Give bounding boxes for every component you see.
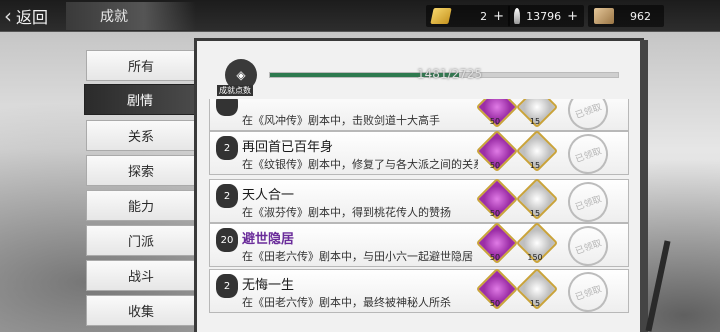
resource-scroll: 962 [588,5,664,27]
chevron-left-icon: ‹ [4,4,12,28]
claimed-stamp: 已领取 [562,220,614,272]
silver-ingot-icon [514,8,521,24]
achievement-desc: 在《纹银传》剧本中，修复了与各大派之间的关系 [242,158,478,171]
back-label: 返回 [16,8,49,27]
points-label: 成就点数 [217,85,253,96]
reward-count-2: 15 [529,117,541,126]
claimed-stamp: 已领取 [562,128,614,180]
achievement-progress: ◈ 成就点数 1481/2725 [217,51,637,96]
achievement-panel: ◈ 成就点数 1481/2725 在《风冲传》剧本中，击败剑道十大高手 50 15 已… [194,38,644,332]
tab-combat[interactable]: 战斗 [86,260,196,291]
tab-explore[interactable]: 探索 [86,155,196,186]
resource-silver: 13796 + [508,5,584,27]
achievement-name: 天人合一 [242,188,295,203]
tab-relations[interactable]: 关系 [86,120,196,151]
top-bar: ‹ 返回 成就 2 + 13796 + 962 [0,0,720,32]
reward-count-2: 15 [529,299,541,308]
rank-badge-icon: 20 [216,228,238,252]
rank-badge-icon: 2 [216,136,238,160]
achievement-desc: 在《田老六传》剧本中，最终被神秘人所杀 [242,296,451,309]
panel-border [640,40,648,332]
achievement-row[interactable]: 2 无悔一生在《田老六传》剧本中，最终被神秘人所杀 50 15 已领取 [209,266,629,318]
tab-story[interactable]: 剧情 [84,84,196,115]
rank-badge-icon: 2 [216,274,238,298]
rank-badge-icon [216,99,238,116]
category-tabs: 所有 剧情 关系 探索 能力 门派 战斗 收集 [76,40,196,332]
claimed-stamp: 已领取 [562,266,614,318]
add-gold-button[interactable]: + [493,9,504,24]
page-title: 成就 [66,2,196,30]
reward-count-1: 50 [489,253,501,262]
reward-count-1: 50 [489,209,501,218]
tab-all[interactable]: 所有 [86,50,196,81]
gold-ingot-icon [430,8,452,24]
reward-count-2: 15 [529,161,541,170]
achievement-desc: 在《淑芬传》剧本中，得到桃花传人的赞扬 [242,206,451,219]
add-silver-button[interactable]: + [567,9,578,24]
achievement-list[interactable]: 在《风冲传》剧本中，击败剑道十大高手 50 15 已领取 2 再回首已百年身在《纹银传》剧… [209,99,629,332]
claimed-stamp: 已领取 [562,176,614,228]
reward-count-1: 50 [489,161,501,170]
back-button[interactable]: ‹ 返回 [4,2,64,30]
achievement-row[interactable]: 在《风冲传》剧本中，击败剑道十大高手 50 15 已领取 [209,99,629,136]
achievement-desc: 在《田老六传》剧本中，与田小六一起避世隐居 [242,250,473,263]
rank-badge-icon: 2 [216,184,238,208]
tab-sect[interactable]: 门派 [86,225,196,256]
resource-gold: 2 + [426,5,510,27]
achievement-name: 避世隐居 [242,232,295,247]
reward-count-2: 150 [527,253,543,262]
reward-count-2: 15 [529,209,541,218]
tab-collect[interactable]: 收集 [86,295,196,326]
scroll-icon [594,8,614,24]
gold-value: 2 [480,9,488,23]
silver-value: 13796 [526,9,562,23]
progress-text: 1481/2725 [417,67,483,81]
achievement-row[interactable]: 2 再回首已百年身在《纹银传》剧本中，修复了与各大派之间的关系 50 15 已领取 [209,128,629,180]
achievement-name: 再回首已百年身 [242,140,334,155]
reward-count-1: 50 [489,299,501,308]
tab-ability[interactable]: 能力 [86,190,196,221]
achievement-row[interactable]: 2 天人合一在《淑芬传》剧本中，得到桃花传人的赞扬 50 15 已领取 [209,176,629,228]
scroll-value: 962 [630,9,651,23]
achievement-row[interactable]: 20 避世隐居在《田老六传》剧本中，与田小六一起避世隐居 50 150 已领取 [209,220,629,272]
achievement-desc: 在《风冲传》剧本中，击败剑道十大高手 [242,114,440,127]
reward-count-1: 50 [489,117,501,126]
achievement-name: 无悔一生 [242,278,295,293]
